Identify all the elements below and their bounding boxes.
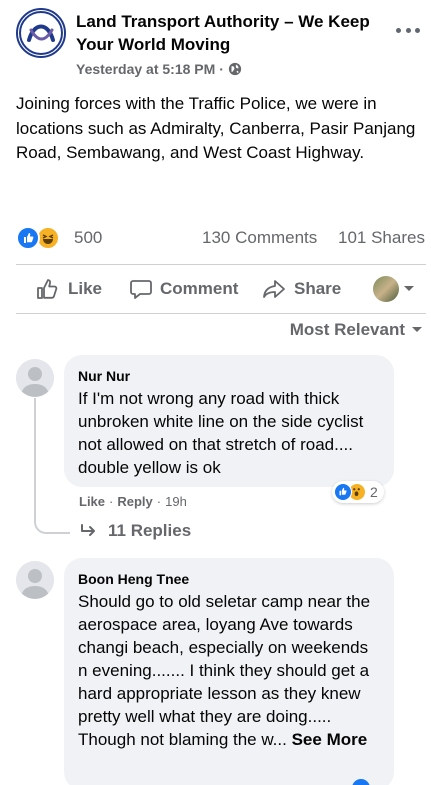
share-label: Share bbox=[294, 279, 342, 298]
post-timestamp[interactable]: Yesterday at 5:18 PM bbox=[76, 61, 215, 77]
comment-author[interactable]: Nur Nur bbox=[78, 368, 130, 384]
caret-down-icon bbox=[412, 327, 422, 332]
action-bar: Like Comment Share bbox=[16, 266, 426, 312]
post-meta: Yesterday at 5:18 PM · bbox=[76, 61, 242, 77]
divider bbox=[16, 313, 426, 314]
more-options-icon[interactable] bbox=[396, 22, 420, 38]
default-avatar-icon bbox=[16, 561, 54, 599]
comment-bubble: Nur Nur If I'm not wrong any road with t… bbox=[64, 355, 394, 487]
meta-separator: · bbox=[219, 61, 224, 77]
comment-text-container: Should go to old seletar camp near the a… bbox=[78, 590, 378, 751]
lta-logo-icon bbox=[19, 11, 63, 55]
share-icon bbox=[263, 280, 285, 298]
comment-button[interactable]: Comment bbox=[130, 266, 238, 312]
comment-age[interactable]: 19h bbox=[165, 494, 187, 509]
see-more-link[interactable]: See More bbox=[292, 730, 368, 749]
commenter-avatar[interactable] bbox=[16, 359, 54, 397]
comment-sort-dropdown[interactable]: Most Relevant bbox=[290, 320, 423, 340]
separator: · bbox=[156, 494, 162, 509]
like-label: Like bbox=[68, 279, 103, 298]
like-button[interactable]: Like bbox=[36, 266, 102, 312]
default-avatar-icon bbox=[16, 359, 54, 397]
avatar bbox=[373, 276, 399, 302]
post-text: Joining forces with the Traffic Police, … bbox=[16, 94, 416, 162]
commenter-avatar[interactable] bbox=[16, 561, 54, 599]
page-name[interactable]: Land Transport Authority – We Keep Your … bbox=[76, 10, 376, 56]
comments-count[interactable]: 130 Comments bbox=[202, 228, 317, 248]
replies-label: 11 Replies bbox=[108, 521, 192, 540]
comment-bubble: Boon Heng Tnee Should go to old seletar … bbox=[64, 558, 394, 785]
like-icon bbox=[334, 483, 352, 501]
comment-label: Comment bbox=[160, 279, 239, 298]
share-button[interactable]: Share bbox=[262, 266, 341, 312]
comment-text: If I'm not wrong any road with thick unb… bbox=[78, 389, 364, 477]
like-icon bbox=[16, 226, 40, 250]
comment-icon bbox=[130, 280, 152, 299]
globe-icon bbox=[228, 62, 242, 76]
comment-reaction-count: 2 bbox=[370, 484, 378, 500]
post-header: Land Transport Authority – We Keep Your … bbox=[16, 8, 426, 88]
comment-reactions[interactable]: 2 bbox=[332, 481, 384, 503]
reaction-profile-selector[interactable] bbox=[373, 266, 415, 312]
reaction-count[interactable]: 500 bbox=[74, 228, 102, 248]
post-stats: 500 130 Comments 101 Shares bbox=[16, 224, 426, 252]
divider bbox=[16, 264, 426, 265]
reply-arrow-icon bbox=[81, 524, 95, 536]
comment-reply-button[interactable]: Reply bbox=[117, 494, 152, 509]
reaction-icons[interactable] bbox=[16, 226, 66, 250]
separator: · bbox=[109, 494, 114, 509]
comment-text: Should go to old seletar camp near the a… bbox=[78, 592, 371, 749]
thumbs-up-icon bbox=[37, 279, 58, 299]
sort-label: Most Relevant bbox=[289, 320, 405, 339]
comment-actions: Like · Reply · 19h bbox=[79, 494, 187, 509]
shares-count[interactable]: 101 Shares bbox=[338, 228, 425, 248]
page-avatar[interactable] bbox=[16, 8, 66, 58]
comment-author[interactable]: Boon Heng Tnee bbox=[78, 571, 189, 587]
thread-line bbox=[34, 398, 70, 534]
chevron-down-icon bbox=[404, 286, 414, 291]
comment-like-button[interactable]: Like bbox=[79, 494, 105, 509]
view-replies-button[interactable]: 11 Replies bbox=[80, 521, 191, 541]
